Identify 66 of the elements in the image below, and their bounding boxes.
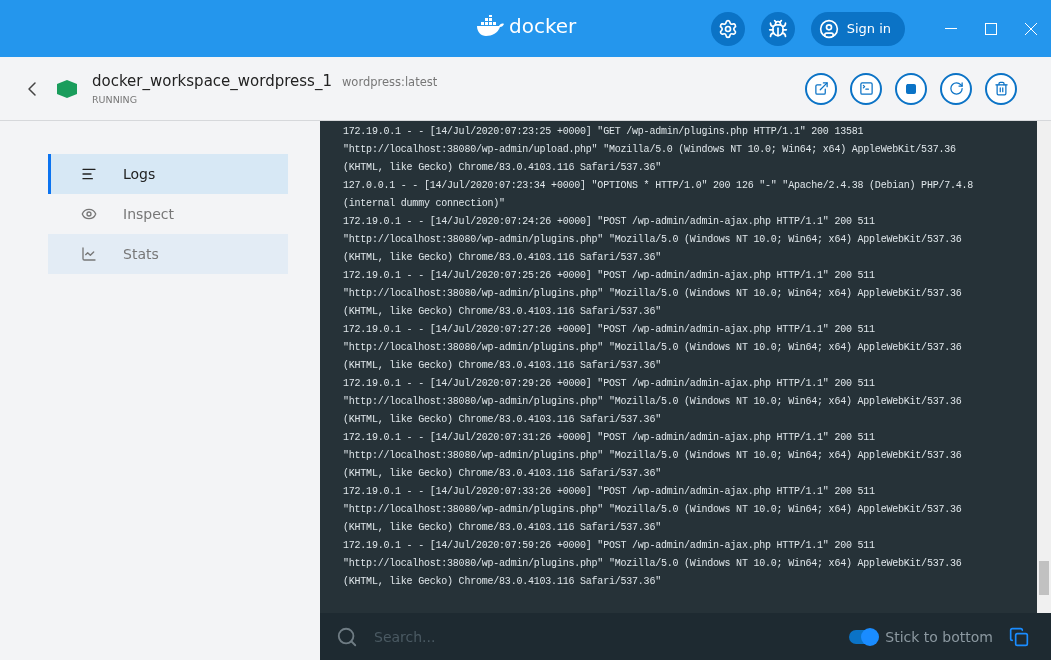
sign-in-button[interactable]: Sign in (810, 11, 905, 46)
log-line: 172.19.0.1 - - [14/Jul/2020:07:29:26 +0000] "POST /wp-admin/admin-ajax.php HTTP/1.1" 200 511 (343, 377, 876, 391)
sidebar-item[interactable]: Inspect (48, 194, 288, 234)
log-line: "http://localhost:38080/wp-admin/plugins.php" "Mozilla/5.0 (Windows NT 10.0; Win64; x64) AppleWebKit/537.36 (343, 557, 963, 571)
copy-icon[interactable] (1009, 626, 1029, 647)
bug-icon (767, 18, 788, 39)
image-name: wordpress:latest (341, 75, 438, 89)
log-line: 172.19.0.1 - - [14/Jul/2020:07:24:26 +0000] "POST /wp-admin/admin-ajax.php HTTP/1.1" 200 511 (343, 215, 876, 229)
settings-icon (717, 18, 738, 39)
log-line: (KHTML, like Gecko) Chrome/83.0.4103.116 Safari/537.36" (343, 521, 662, 535)
sidebar-item-label: Inspect (123, 206, 174, 222)
log-line: (KHTML, like Gecko) Chrome/83.0.4103.116 Safari/537.36" (343, 161, 662, 175)
settings-button[interactable] (710, 11, 745, 46)
bug-button[interactable] (760, 11, 795, 46)
stop-icon (905, 82, 917, 95)
container-status: RUNNING (92, 94, 139, 105)
sidebar-item-label: Logs (123, 166, 156, 182)
search-icon (336, 625, 358, 648)
open-browser-button[interactable] (805, 72, 837, 105)
user-icon (818, 18, 839, 39)
minimize-icon[interactable] (945, 27, 957, 30)
stop-button[interactable] (895, 72, 927, 105)
log-line: "http://localhost:38080/wp-admin/plugins.php" "Mozilla/5.0 (Windows NT 10.0; Win64; x64) AppleWebKit/537.36 (343, 503, 963, 517)
scrollbar[interactable] (1037, 121, 1051, 613)
log-line: "http://localhost:38080/wp-admin/plugins.php" "Mozilla/5.0 (Windows NT 10.0; Win64; x64) AppleWebKit/537.36 (343, 449, 963, 463)
logo-text: docker (509, 14, 577, 38)
eye-icon (81, 206, 97, 222)
toggle-switch[interactable] (849, 629, 878, 644)
log-line: 172.19.0.1 - - [14/Jul/2020:07:23:25 +0000] "GET /wp-admin/plugins.php HTTP/1.1" 200 13581 (343, 125, 865, 139)
restart-icon (948, 81, 964, 96)
log-line: 172.19.0.1 - - [14/Jul/2020:07:33:26 +0000] "POST /wp-admin/admin-ajax.php HTTP/1.1" 200 511 (343, 485, 876, 499)
log-line: "http://localhost:38080/wp-admin/plugins.php" "Mozilla/5.0 (Windows NT 10.0; Win64; x64) AppleWebKit/537.36 (343, 341, 963, 355)
container-icon (56, 79, 78, 98)
sidebar-item-label: Stats (123, 246, 159, 262)
log-line: 127.0.0.1 - - [14/Jul/2020:07:23:34 +0000] "OPTIONS * HTTP/1.0" 200 126 "-" "Apache/2.4.38 (Debian) PHP/7.4.8 (343, 179, 975, 193)
log-line: 172.19.0.1 - - [14/Jul/2020:07:59:26 +0000] "POST /wp-admin/admin-ajax.php HTTP/1.1" 200 511 (343, 539, 876, 553)
scrollbar-thumb[interactable] (1039, 561, 1049, 595)
log-line: 172.19.0.1 - - [14/Jul/2020:07:31:26 +0000] "POST /wp-admin/admin-ajax.php HTTP/1.1" 200 511 (343, 431, 876, 445)
trash-icon (993, 81, 1009, 96)
cli-button[interactable] (850, 72, 882, 105)
log-line: 172.19.0.1 - - [14/Jul/2020:07:27:26 +0000] "POST /wp-admin/admin-ajax.php HTTP/1.1" 200 511 (343, 323, 876, 337)
container-name: docker_workspace_wordpress_1 (92, 72, 332, 90)
sidebar-item[interactable]: Stats (48, 234, 288, 274)
whale-logo-icon (476, 15, 506, 37)
log-line: "http://localhost:38080/wp-admin/plugins.php" "Mozilla/5.0 (Windows NT 10.0; Win64; x64) AppleWebKit/537.36 (343, 287, 963, 301)
close-icon[interactable] (1025, 22, 1037, 35)
maximize-icon[interactable] (985, 22, 997, 35)
log-line: (KHTML, like Gecko) Chrome/83.0.4103.116 Safari/537.36" (343, 251, 662, 265)
log-line: (KHTML, like Gecko) Chrome/83.0.4103.116 Safari/537.36" (343, 359, 662, 373)
log-line: (KHTML, like Gecko) Chrome/83.0.4103.116 Safari/537.36" (343, 575, 662, 589)
log-line: 172.19.0.1 - - [14/Jul/2020:07:25:26 +0000] "POST /wp-admin/admin-ajax.php HTTP/1.1" 200 511 (343, 269, 876, 283)
log-line: "http://localhost:38080/wp-admin/plugins.php" "Mozilla/5.0 (Windows NT 10.0; Win64; x64) AppleWebKit/537.36 (343, 233, 963, 247)
delete-button[interactable] (985, 72, 1017, 105)
log-line: (KHTML, like Gecko) Chrome/83.0.4103.116 Safari/537.36" (343, 413, 662, 427)
sidebar-item[interactable]: Logs (48, 154, 288, 194)
log-line: (KHTML, like Gecko) Chrome/83.0.4103.116 Safari/537.36" (343, 467, 662, 481)
log-line: (KHTML, like Gecko) Chrome/83.0.4103.116 Safari/537.36" (343, 305, 662, 319)
external-link-icon (813, 81, 829, 96)
log-line: "http://localhost:38080/wp-admin/upload.php" "Mozilla/5.0 (Windows NT 10.0; Win64; x64) AppleWebKit/537.36 (343, 143, 957, 157)
line-chart-icon (81, 246, 97, 262)
lines-icon (81, 166, 97, 182)
terminal-icon (858, 81, 874, 96)
restart-button[interactable] (940, 72, 972, 105)
toggle-label: Stick to bottom (885, 628, 993, 645)
log-line: (internal dummy connection)" (343, 197, 506, 211)
log-line: "http://localhost:38080/wp-admin/plugins.php" "Mozilla/5.0 (Windows NT 10.0; Win64; x64) AppleWebKit/537.36 (343, 395, 963, 409)
